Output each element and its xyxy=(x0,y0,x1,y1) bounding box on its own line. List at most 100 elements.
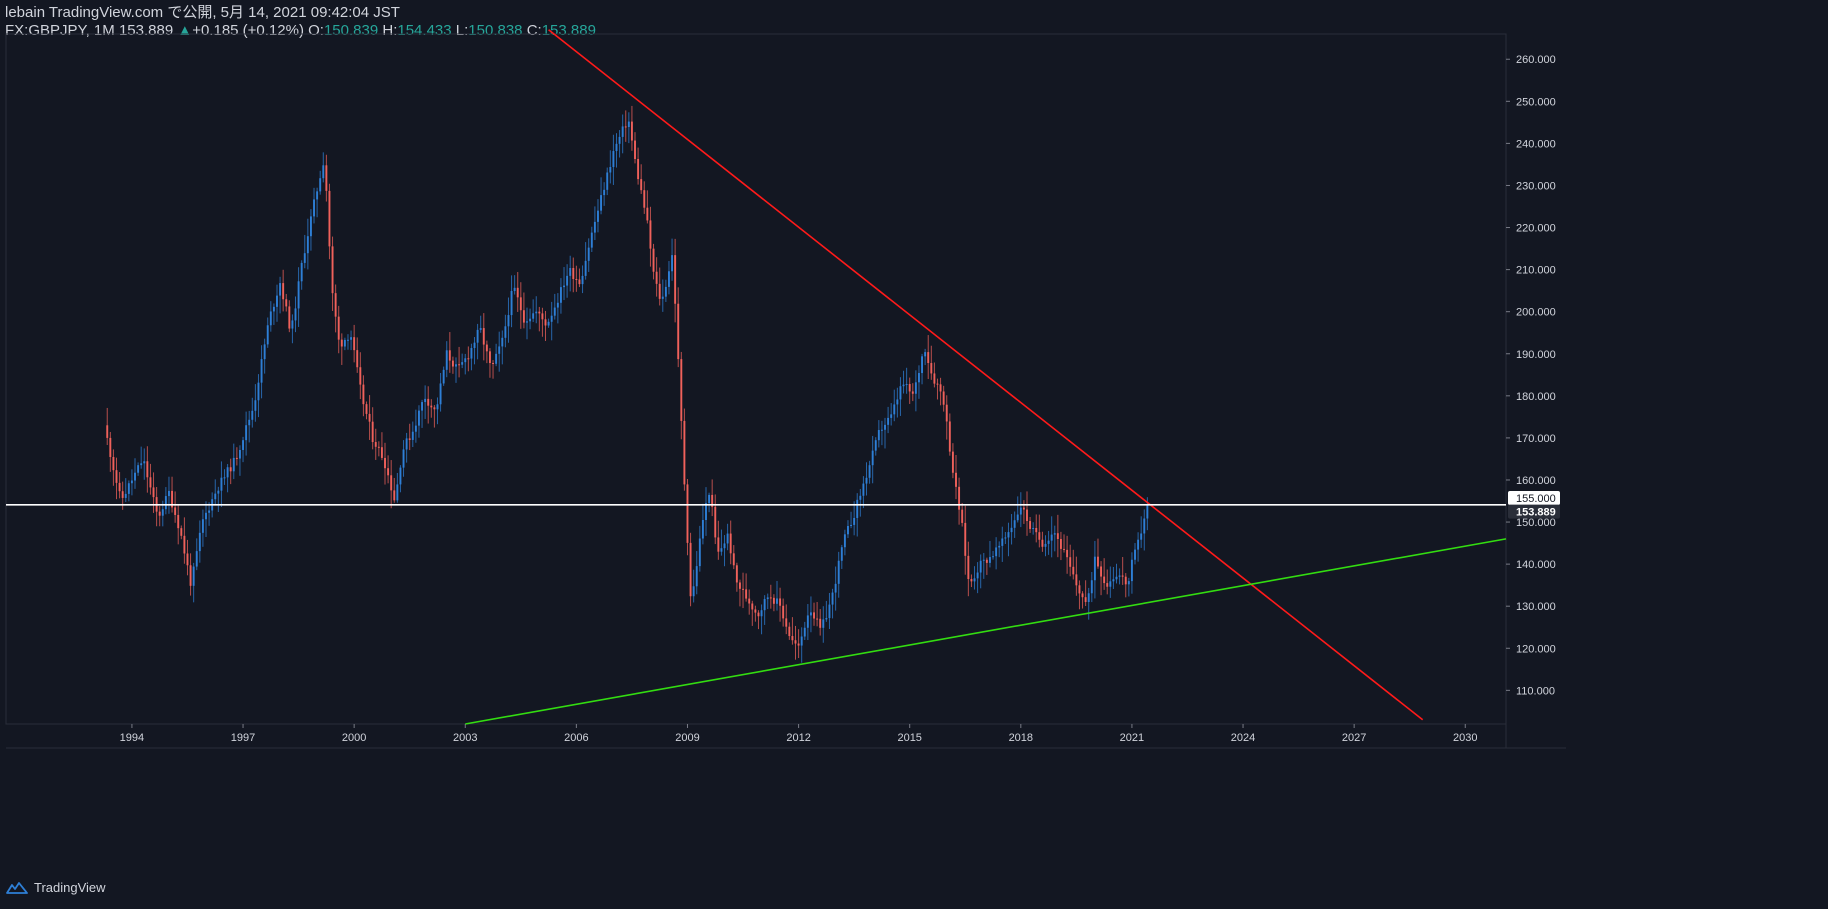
candle-body xyxy=(652,248,655,272)
candle-body xyxy=(1059,539,1062,549)
candle-body xyxy=(544,319,547,326)
candle-body xyxy=(519,297,522,311)
candle-body xyxy=(279,283,282,296)
y-tick-label: 130.000 xyxy=(1516,601,1556,613)
candle-body xyxy=(251,410,254,420)
candle-body xyxy=(1127,581,1130,585)
candle-body xyxy=(766,597,769,600)
candle-body xyxy=(939,384,942,392)
footer-brand[interactable]: TradingView xyxy=(6,880,106,895)
candle-body xyxy=(1130,559,1133,582)
candle-body xyxy=(797,643,800,646)
candle-body xyxy=(507,315,510,327)
y-tick-label: 170.000 xyxy=(1516,433,1556,445)
candle-body xyxy=(118,482,121,492)
x-tick-label: 2030 xyxy=(1453,732,1477,744)
candle-body xyxy=(1140,533,1143,540)
candle-body xyxy=(887,417,890,425)
candle-body xyxy=(779,598,782,606)
candle-body xyxy=(334,293,337,317)
candle-body xyxy=(927,352,930,364)
candle-body xyxy=(195,551,198,567)
candle-body xyxy=(331,246,334,294)
candle-body xyxy=(214,493,217,500)
candle-body xyxy=(606,172,609,190)
candle-body xyxy=(559,287,562,303)
candle-body xyxy=(263,344,266,360)
candle-body xyxy=(201,519,204,533)
candle-body xyxy=(282,283,285,300)
x-tick-label: 2027 xyxy=(1342,732,1366,744)
candle-body xyxy=(390,475,393,491)
candle-body xyxy=(1137,539,1140,550)
candle-body xyxy=(291,320,294,329)
candle-body xyxy=(1001,538,1004,546)
candle-body xyxy=(958,486,961,510)
candle-body xyxy=(745,589,748,599)
candle-body xyxy=(995,547,998,557)
candle-body xyxy=(313,199,315,217)
candle-body xyxy=(371,421,374,443)
candle-body xyxy=(723,543,726,549)
candle-body xyxy=(1038,532,1041,540)
candle-body xyxy=(198,532,201,552)
candle-body xyxy=(421,402,424,411)
candle-body xyxy=(106,425,109,438)
candle-body xyxy=(550,315,553,322)
candle-body xyxy=(448,350,451,361)
price-axis[interactable]: 110.000 120.000 130.000 140.000 150.000 160.0… xyxy=(1506,54,1556,697)
candle-body xyxy=(627,121,630,128)
candle-body xyxy=(921,356,924,374)
level-price-label: 155.000 xyxy=(1516,493,1556,505)
candle-body xyxy=(988,557,991,563)
candle-body xyxy=(1100,566,1103,577)
candle-body xyxy=(374,442,377,447)
candle-body xyxy=(309,216,312,237)
trendlines[interactable] xyxy=(6,29,1507,725)
candle-body xyxy=(948,421,951,452)
candle-body xyxy=(973,578,976,582)
candle-body xyxy=(908,384,911,392)
candle-body xyxy=(124,493,127,498)
candle-body xyxy=(328,190,331,247)
candle-body xyxy=(603,189,606,196)
candle-body xyxy=(742,588,744,590)
candle-body xyxy=(232,457,235,472)
candle-body xyxy=(492,362,494,364)
candle-body xyxy=(495,353,498,364)
y-tick-label: 200.000 xyxy=(1516,307,1556,319)
price-chart[interactable]: 110.000 120.000 130.000 140.000 150.000 160.0… xyxy=(0,0,1828,909)
candle-body xyxy=(899,386,902,400)
candle-body xyxy=(526,321,528,323)
candle-body xyxy=(140,463,143,466)
candle-body xyxy=(418,410,420,426)
candle-body xyxy=(516,287,519,298)
candle-body xyxy=(205,512,207,520)
candle-body xyxy=(1004,537,1007,539)
candle-body xyxy=(1072,566,1075,575)
candle-body xyxy=(847,526,849,535)
candle-body xyxy=(671,255,674,272)
candle-body xyxy=(445,350,448,370)
candle-body xyxy=(933,373,936,384)
candle-body xyxy=(985,559,988,563)
candle-body xyxy=(1035,528,1038,533)
candle-body xyxy=(226,467,229,478)
candle-body xyxy=(387,468,390,476)
candle-body xyxy=(1143,518,1146,534)
candle-body xyxy=(177,514,180,529)
x-tick-label: 2006 xyxy=(564,732,588,744)
candle-body xyxy=(979,560,982,573)
candle-body xyxy=(893,404,896,415)
candle-body xyxy=(788,626,791,637)
candle-body xyxy=(590,232,593,248)
candle-body xyxy=(442,369,445,384)
candle-body xyxy=(967,555,970,580)
candle-body xyxy=(1044,543,1047,547)
time-axis[interactable]: 1994 1997 2000 2003 2006 2009 2012 2015 2018 2021… xyxy=(120,724,1478,744)
candle-body xyxy=(1106,583,1109,587)
y-tick-label: 150.000 xyxy=(1516,517,1556,529)
candle-body xyxy=(701,520,704,539)
candle-body xyxy=(1115,576,1118,580)
candle-body xyxy=(621,126,624,137)
